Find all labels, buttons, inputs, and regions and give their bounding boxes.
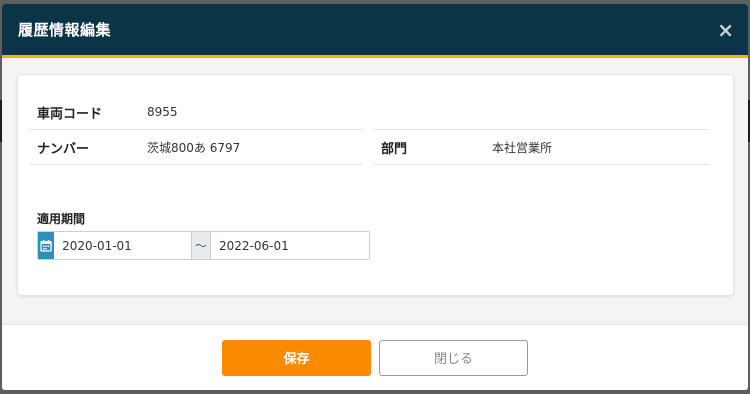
vehicle-code-value: 8955 [147,105,178,119]
modal-body: 車両コード 8955 ナンバー 茨城800あ 6797 部門 本社営業所 適用期… [2,58,748,324]
modal-footer: 保存 閉じる [2,324,748,390]
department-label: 部門 [381,141,408,157]
department-row: 部門 本社営業所 [374,129,708,165]
vehicle-code-label: 車両コード [37,106,103,122]
plate-number-row: ナンバー 茨城800あ 6797 [29,129,363,165]
end-date-input[interactable] [211,232,369,259]
edit-history-modal: 履歴情報編集 × 車両コード 8955 ナンバー 茨城800あ 6797 部門 … [2,4,748,390]
calendar-icon[interactable] [38,232,55,259]
range-separator: 〜 [192,232,211,259]
save-button[interactable]: 保存 [222,339,371,376]
department-value: 本社営業所 [492,140,553,155]
close-icon[interactable]: × [717,20,734,40]
start-date-input[interactable] [54,232,193,259]
period-range: 〜 [37,231,370,260]
period-label: 適用期間 [37,212,86,226]
plate-number-label: ナンバー [37,141,90,157]
modal-title: 履歴情報編集 [18,21,112,39]
plate-number-value: 茨城800あ 6797 [147,140,241,155]
info-card: 車両コード 8955 ナンバー 茨城800あ 6797 部門 本社営業所 適用期… [17,74,734,296]
close-button[interactable]: 閉じる [379,339,528,376]
vehicle-code-row: 車両コード 8955 [37,97,365,127]
modal-header: 履歴情報編集 × [2,4,748,58]
